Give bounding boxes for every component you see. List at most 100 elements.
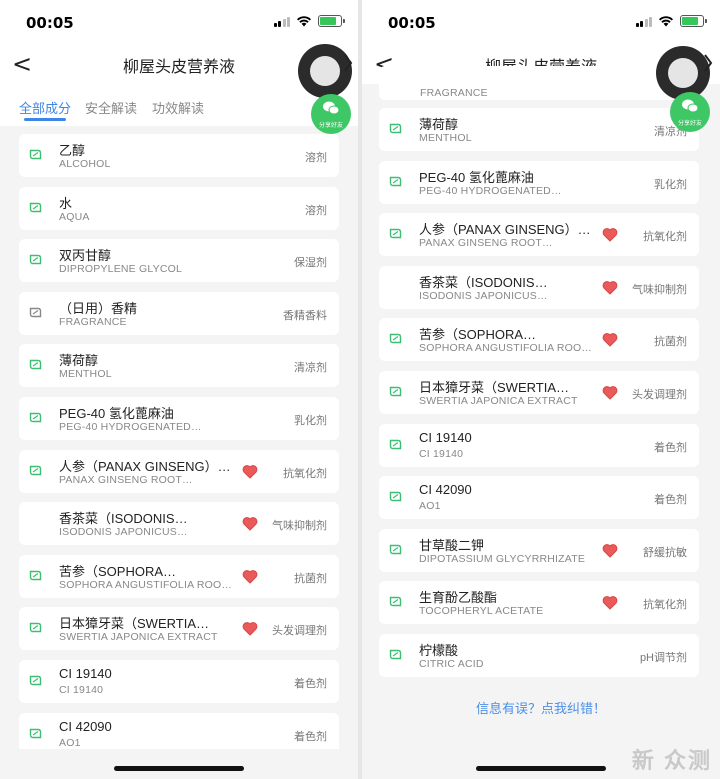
ingredient-inci: AO1 [59,736,81,749]
ingredient-function: 气味抑制剂 [272,520,327,533]
ingredient-function: 抗菌剂 [294,572,327,585]
home-indicator [476,766,606,771]
ingredient-inci: SOPHORA ANGUSTIFOLIA ROO… [59,578,233,591]
list-item[interactable]: 人参（PANAX GINSENG）… PANAX GINSENG ROOT… 抗氧化… [379,213,699,257]
list-item[interactable]: 香茶菜（ISODONIS… ISODONIS JAPONICUS… 气味抑制剂 [379,265,699,309]
share-button[interactable]: 分享好友 [311,94,351,134]
leaf-icon [389,544,402,554]
ingredient-name: 柠檬酸 [419,643,459,658]
list-item[interactable]: 乙醇 ALCOHOL 溶剂 [19,134,339,177]
signal-icon [273,16,290,27]
status-icons [273,15,345,27]
heart-icon [602,596,618,611]
list-item[interactable]: 薄荷醇 MENTHOL 清凉剂 [19,344,339,388]
ingredient-function: 乳化剂 [654,178,687,191]
report-error-link[interactable]: 信息有误？点我纠错！ [362,698,720,717]
tab-efficacy[interactable]: 功效解读 [152,98,204,117]
ingredient-inci: MENTHOL [59,368,112,381]
ingredient-name: CI 19140 [419,429,472,445]
ingredient-function: 抗氧化剂 [643,231,687,244]
leaf-icon [389,123,402,134]
ingredient-inci: PANAX GINSENG ROOT… [59,473,193,486]
ingredient-name: 乙醇 [59,143,86,158]
ingredient-inci: SWERTIA JAPONICA EXTRACT [59,631,218,644]
ingredient-name: 双丙甘醇 [59,248,112,264]
leaf-icon [29,412,42,423]
list-item[interactable]: CI 19140 CI 19140 着色剂 [379,423,699,467]
leaf-icon [389,176,402,186]
list-item[interactable]: 柠檬酸 CITRIC ACID pH调节剂 [379,634,699,677]
ingredient-inci: ISODONIS JAPONICUS… [419,289,548,302]
ingredient-inci: ALCOHOL [59,158,111,170]
ingredient-function: 着色剂 [294,678,327,690]
wechat-icon [682,99,699,113]
leaf-icon [29,570,42,580]
heart-icon [242,464,258,479]
share-label: 分享好友 [677,121,702,127]
watermark: 新 众测 [631,748,712,773]
ingredient-name: 苦参（SOPHORA… [419,327,537,343]
tab-safety[interactable]: 安全解读 [85,98,137,117]
list-item[interactable]: （日用）香精 FRAGRANCE 香精香料 [19,291,339,335]
ingredient-name: 薄荷醇 [419,117,459,132]
ingredient-name: 薄荷醇 [59,353,99,369]
ingredient-function: 舒缓抗敏 [643,546,687,559]
ingredient-function: 抗氧化剂 [283,467,327,480]
list-item[interactable]: 日本獐牙菜（SWERTIA… SWERTIA JAPONICA EXTRACT 头发… [19,607,339,651]
ingredient-function: 着色剂 [654,494,687,507]
ingredient-function: 香精香料 [283,309,327,322]
chevron-right-icon [704,54,713,72]
ingredient-name: 人参（PANAX GINSENG）… [59,458,231,474]
ingredient-inci: CI 19140 [419,447,464,460]
heart-icon [602,386,618,400]
list-item[interactable]: 生育酚乙酸酯 TOCOPHERYL ACETATE 抗氧化剂 [379,581,699,625]
leaf-icon [29,202,42,212]
ingredient-name: PEG-40 氢化蓖麻油 [419,169,534,185]
leaf-icon [389,228,402,239]
ingredient-function: 乳化剂 [294,415,327,427]
list-item[interactable]: CI 19140 CI 19140 着色剂 [19,660,339,703]
bottom-area [0,749,358,779]
list-item[interactable]: CI 42090 AO1 着色剂 [379,476,699,520]
list-item[interactable]: 薄荷醇 MENTHOL 清凉剂 [379,108,699,151]
ingredient-function: 气味抑制剂 [632,283,687,296]
ingredient-inci: CITRIC ACID [419,658,484,670]
list-item[interactable]: 日本獐牙菜（SWERTIA… SWERTIA JAPONICA EXTRACT 头发… [379,371,699,414]
ingredient-name: 香茶菜（ISODONIS… [59,511,188,527]
ingredient-name: PEG-40 氢化蓖麻油 [59,406,174,421]
list-item[interactable]: 人参（PANAX GINSENG）… PANAX GINSENG ROOT… 抗氧化… [19,449,339,493]
ingredient-name: 生育酚乙酸酯 [419,590,498,606]
ingredient-function: 抗氧化剂 [643,599,687,612]
leaf-icon [29,360,42,370]
list-item[interactable]: PEG-40 氢化蓖麻油 PEG-40 HYDROGENATED… 乳化剂 [19,397,339,440]
gray-leaf-icon [29,307,42,317]
leaf-icon [29,623,42,633]
right-screen: 00:05 < 柳屋头皮营养液 FRAGRANCE 薄荷醇MENTHOL清凉剂P… [362,0,720,779]
list-item[interactable]: 甘草酸二钾 DIPOTASSIUM GLYCYRRHIZATE 舒缓抗敏 [379,528,699,572]
share-button[interactable]: 分享好友 [670,92,710,132]
leaf-icon [29,465,42,475]
ingredient-name: 日本獐牙菜（SWERTIA… [419,380,569,395]
ingredient-name: CI 42090 [59,718,112,734]
leaf-icon [29,728,42,738]
wechat-icon [323,101,340,115]
ingredient-inci: TOCOPHERYL ACETATE [419,605,544,618]
list-item[interactable]: 苦参（SOPHORA… SOPHORA ANGUSTIFOLIA ROO… 抗菌剂 [379,318,699,362]
heart-icon [242,569,258,584]
ingredient-name: CI 19140 [59,666,112,681]
heart-icon [602,228,618,242]
ingredient-function: 抗菌剂 [654,336,687,349]
heart-icon [602,280,618,295]
list-item[interactable]: 苦参（SOPHORA… SOPHORA ANGUSTIFOLIA ROO… 抗菌剂 [19,554,339,598]
list-item[interactable]: 水 AQUA 溶剂 [19,186,339,230]
leaf-icon [29,254,42,265]
status-bar: 00:05 [362,0,720,44]
tab-all-ingredients[interactable]: 全部成分 [19,98,71,117]
ingredient-inci: FRAGRANCE [59,315,127,328]
ingredient-name: 水 [59,195,73,211]
list-item[interactable]: PEG-40 氢化蓖麻油 PEG-40 HYDROGENATED… 乳化剂 [379,160,699,204]
chevron-right-icon [344,54,353,72]
ingredient-inci: AO1 [419,500,441,513]
list-item[interactable]: 双丙甘醇 DIPROPYLENE GLYCOL 保湿剂 [19,239,339,283]
list-item[interactable]: 香茶菜（ISODONIS… ISODONIS JAPONICUS… 气味抑制剂 [19,502,339,546]
